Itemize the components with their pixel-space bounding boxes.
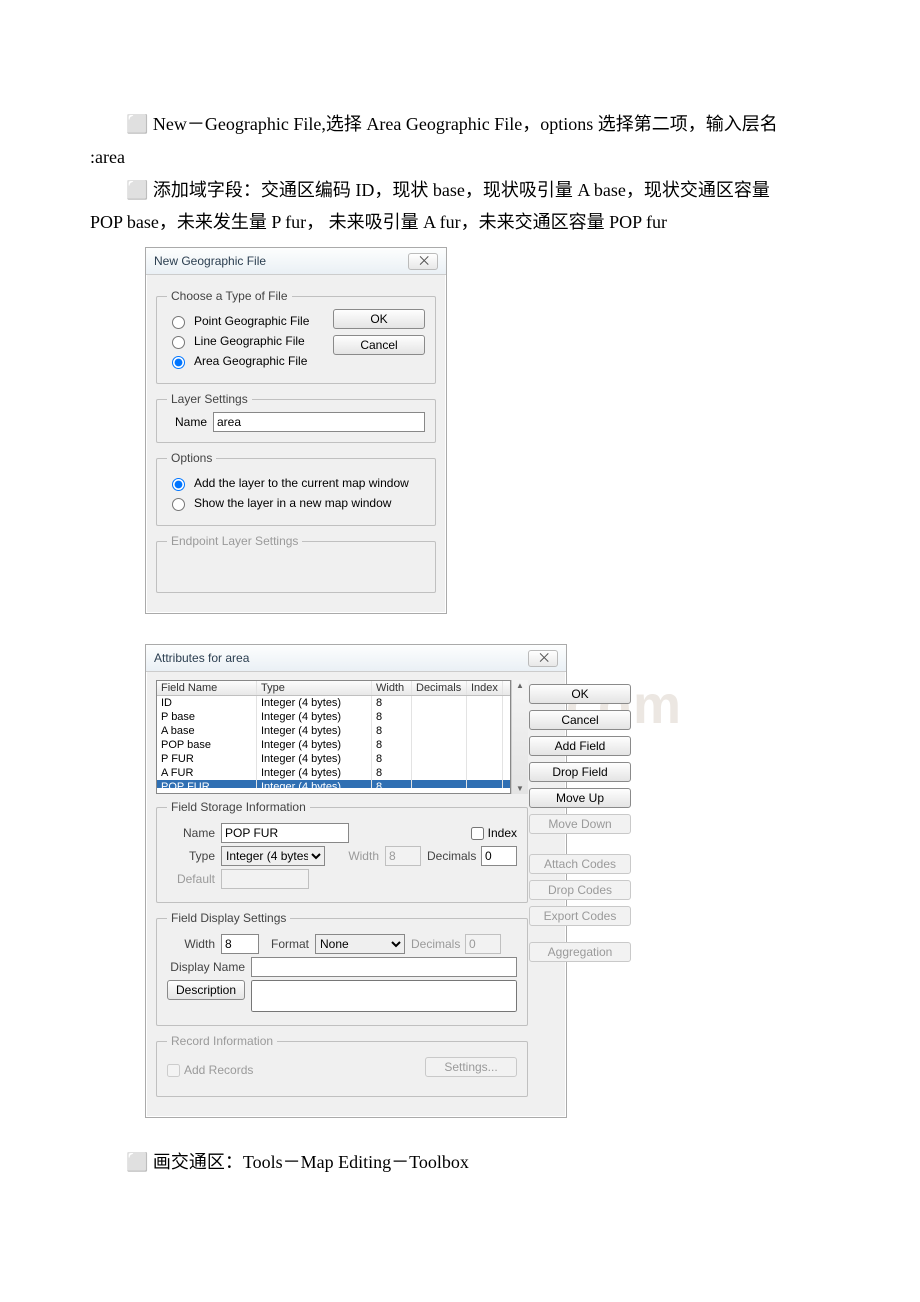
- fsi-type-select[interactable]: Integer (4 bytes: [221, 846, 325, 866]
- fsi-name-label: Name: [167, 826, 215, 840]
- close-icon[interactable]: ⨉: [408, 253, 438, 270]
- layer-settings-legend: Layer Settings: [167, 392, 252, 406]
- table-row[interactable]: P baseInteger (4 bytes)8: [157, 710, 510, 724]
- col-field-name: Field Name: [157, 681, 257, 695]
- index-checkbox[interactable]: Index: [471, 826, 517, 840]
- scroll-down-icon[interactable]: ▼: [516, 783, 524, 794]
- move-down-button: Move Down: [529, 814, 631, 834]
- close-icon[interactable]: ⨉: [528, 650, 558, 667]
- paragraph-1-line2: :area: [90, 143, 830, 172]
- new-geographic-file-dialog: New Geographic File ⨉ Choose a Type of F…: [145, 247, 447, 614]
- scrollbar[interactable]: ▲ ▼: [511, 680, 528, 794]
- attach-codes-button: Attach Codes: [529, 854, 631, 874]
- fsi-decimals-label: Decimals: [427, 849, 475, 863]
- fds-decimals-input: [465, 934, 501, 954]
- add-records-label: Add Records: [184, 1063, 253, 1077]
- table-row[interactable]: A FURInteger (4 bytes)8: [157, 766, 510, 780]
- aggregation-button: Aggregation: [529, 942, 631, 962]
- fds-width-label: Width: [167, 937, 215, 951]
- field-storage-group: Field Storage Information Name Index Typ…: [156, 800, 528, 903]
- layer-name-input[interactable]: [213, 412, 425, 432]
- fds-display-name-input[interactable]: [251, 957, 517, 977]
- radio-add-layer[interactable]: Add the layer to the current map window: [167, 475, 409, 491]
- field-list[interactable]: Field Name Type Width Decimals Index IDI…: [156, 680, 511, 794]
- field-display-group: Field Display Settings Width Format None…: [156, 911, 528, 1026]
- name-label: Name: [167, 415, 207, 429]
- cancel-button[interactable]: Cancel: [529, 710, 631, 730]
- fsi-decimals-input[interactable]: [481, 846, 517, 866]
- fds-width-input[interactable]: [221, 934, 259, 954]
- paragraph-3: ⬜ 画交通区：Tools－Map Editing－Toolbox: [90, 1148, 830, 1177]
- export-codes-button: Export Codes: [529, 906, 631, 926]
- fds-format-label: Format: [265, 937, 309, 951]
- options-legend: Options: [167, 451, 216, 465]
- radio-show-layer[interactable]: Show the layer in a new map window: [167, 495, 391, 511]
- cancel-button[interactable]: Cancel: [333, 335, 425, 355]
- table-row[interactable]: IDInteger (4 bytes)8: [157, 696, 510, 710]
- add-field-button[interactable]: Add Field: [529, 736, 631, 756]
- dialog2-titlebar: Attributes for area ⨉: [146, 645, 566, 672]
- drop-codes-button: Drop Codes: [529, 880, 631, 900]
- scroll-up-icon[interactable]: ▲: [516, 680, 524, 691]
- table-row[interactable]: POP FURInteger (4 bytes)8: [157, 780, 510, 788]
- radio-area[interactable]: Area Geographic File: [167, 353, 307, 369]
- col-width: Width: [372, 681, 412, 695]
- fds-format-select[interactable]: None: [315, 934, 405, 954]
- paragraph-1-line1: ⬜ New－Geographic File,选择 Area Geographic…: [90, 110, 830, 139]
- settings-button: Settings...: [425, 1057, 517, 1077]
- move-up-button[interactable]: Move Up: [529, 788, 631, 808]
- endpoint-layer-group: Endpoint Layer Settings: [156, 534, 436, 593]
- col-type: Type: [257, 681, 372, 695]
- table-row[interactable]: POP baseInteger (4 bytes)8: [157, 738, 510, 752]
- dialog-titlebar: New Geographic File ⨉: [146, 248, 446, 275]
- dialog2-title: Attributes for area: [154, 651, 249, 665]
- dialog-title: New Geographic File: [154, 254, 266, 268]
- choose-type-group: Choose a Type of File Point Geographic F…: [156, 289, 436, 384]
- table-row[interactable]: P FURInteger (4 bytes)8: [157, 752, 510, 766]
- field-storage-legend: Field Storage Information: [167, 800, 310, 814]
- drop-field-button[interactable]: Drop Field: [529, 762, 631, 782]
- choose-type-legend: Choose a Type of File: [167, 289, 292, 303]
- fsi-default-label: Default: [167, 872, 215, 886]
- field-list-header: Field Name Type Width Decimals Index: [157, 681, 510, 696]
- col-decimals: Decimals: [412, 681, 467, 695]
- ok-button[interactable]: OK: [333, 309, 425, 329]
- fsi-type-label: Type: [167, 849, 215, 863]
- fsi-width-label: Width: [331, 849, 379, 863]
- radio-show-layer-label: Show the layer in a new map window: [194, 496, 391, 510]
- radio-point[interactable]: Point Geographic File: [167, 313, 309, 329]
- endpoint-layer-legend: Endpoint Layer Settings: [167, 534, 302, 548]
- radio-line-label: Line Geographic File: [194, 334, 305, 348]
- fsi-name-input[interactable]: [221, 823, 349, 843]
- ok-button[interactable]: OK: [529, 684, 631, 704]
- description-textarea[interactable]: [251, 980, 517, 1012]
- description-button[interactable]: Description: [167, 980, 245, 1000]
- col-index: Index: [467, 681, 503, 695]
- index-checkbox-label: Index: [488, 826, 517, 840]
- table-row[interactable]: A baseInteger (4 bytes)8: [157, 724, 510, 738]
- radio-area-label: Area Geographic File: [194, 354, 307, 368]
- add-records-checkbox: Add Records: [167, 1063, 253, 1077]
- options-group: Options Add the layer to the current map…: [156, 451, 436, 526]
- record-info-group: Record Information Add Records Settings.…: [156, 1034, 528, 1097]
- fds-decimals-label: Decimals: [411, 937, 459, 951]
- fds-display-name-label: Display Name: [167, 960, 245, 974]
- field-display-legend: Field Display Settings: [167, 911, 290, 925]
- radio-point-label: Point Geographic File: [194, 314, 309, 328]
- paragraph-2-line1: ⬜ 添加域字段：交通区编码 ID，现状 base，现状吸引量 A base，现状…: [90, 176, 830, 205]
- radio-add-layer-label: Add the layer to the current map window: [194, 476, 409, 490]
- radio-line[interactable]: Line Geographic File: [167, 333, 305, 349]
- fsi-default-input: [221, 869, 309, 889]
- fsi-width-input: [385, 846, 421, 866]
- paragraph-2-line2: POP base，未来发生量 P fur， 未来吸引量 A fur，未来交通区容…: [90, 208, 830, 237]
- record-info-legend: Record Information: [167, 1034, 277, 1048]
- layer-settings-group: Layer Settings Name: [156, 392, 436, 443]
- attributes-dialog: Attributes for area ⨉ Field Name Type Wi…: [145, 644, 567, 1118]
